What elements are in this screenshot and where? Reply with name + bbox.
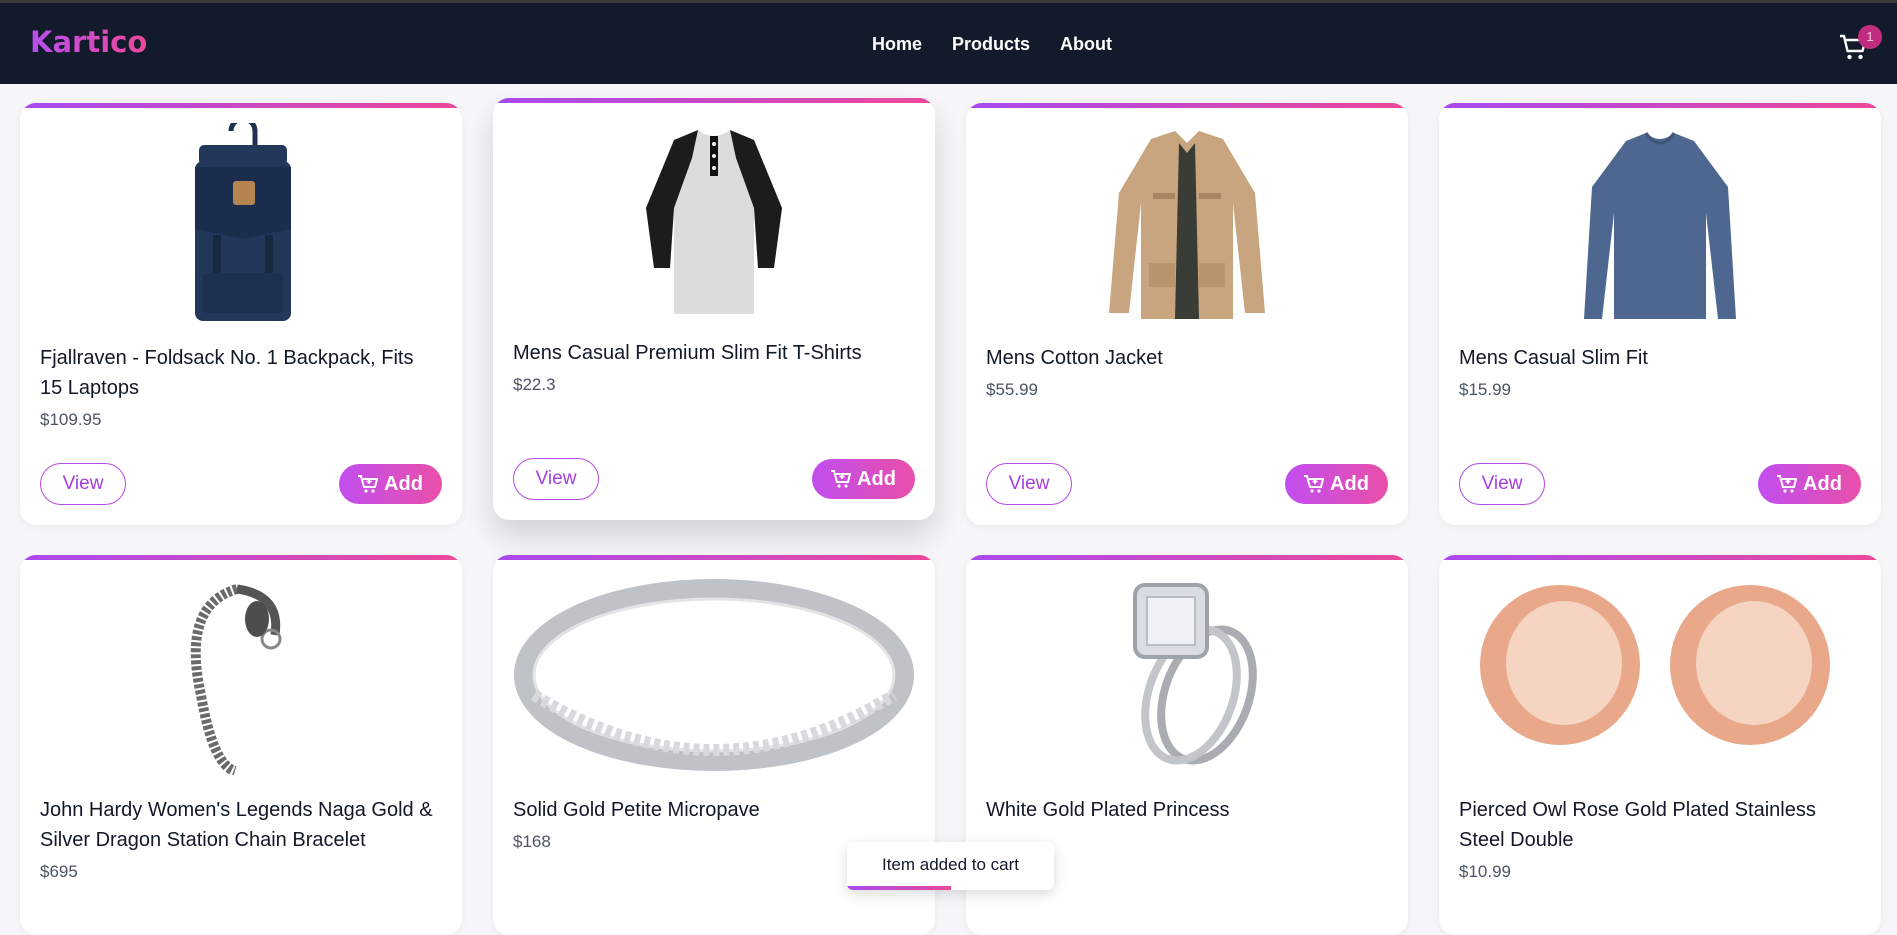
product-image-longsleeve[interactable]: [1459, 118, 1861, 328]
product-image-engagement-ring[interactable]: [986, 570, 1388, 780]
product-title: Fjallraven - Foldsack No. 1 Backpack, Fi…: [40, 347, 414, 399]
product-image-rose-gold-tunnels[interactable]: [1459, 570, 1861, 780]
nav-products[interactable]: Products: [952, 34, 1030, 55]
cart-count-badge: 1: [1858, 25, 1882, 49]
view-button[interactable]: View: [986, 463, 1072, 505]
cart-plus-icon: [358, 475, 379, 493]
product-price: $168: [513, 832, 551, 851]
backpack-image: [195, 123, 291, 321]
product-image-backpack[interactable]: [40, 118, 442, 328]
cart-button[interactable]: 1: [1838, 25, 1882, 63]
add-to-cart-button[interactable]: Add: [812, 459, 915, 499]
product-card: Fjallraven - Foldsack No. 1 Backpack, Fi…: [20, 103, 462, 525]
nav-about[interactable]: About: [1060, 34, 1112, 55]
longsleeve-image: [1584, 132, 1736, 319]
product-image-bracelet[interactable]: [40, 570, 442, 780]
add-to-cart-button[interactable]: Add: [339, 464, 442, 504]
product-title: White Gold Plated Princess: [986, 799, 1230, 821]
product-title: Mens Cotton Jacket: [986, 347, 1163, 369]
product-price: $55.99: [986, 380, 1038, 399]
add-button-label: Add: [857, 467, 896, 490]
toast-message: Item added to cart: [881, 855, 1020, 874]
bracelet-image: [190, 584, 282, 775]
cart-plus-icon: [1304, 475, 1325, 493]
product-price: $695: [40, 862, 78, 881]
product-image-ring[interactable]: [513, 570, 915, 780]
view-button[interactable]: View: [40, 463, 126, 505]
add-button-label: Add: [1330, 472, 1369, 495]
cart-plus-icon: [831, 470, 852, 488]
product-title: Mens Casual Slim Fit: [1459, 347, 1648, 369]
product-title: Solid Gold Petite Micropave: [513, 799, 760, 821]
navbar: Kartico Home Products About 1: [0, 0, 1897, 84]
product-card: Mens Casual Premium Slim Fit T-Shirts $2…: [493, 98, 935, 520]
add-to-cart-button[interactable]: Add: [1758, 464, 1861, 504]
product-price: $10.99: [1459, 862, 1511, 881]
product-title: Pierced Owl Rose Gold Plated Stainless S…: [1459, 799, 1816, 851]
view-button[interactable]: View: [1459, 463, 1545, 505]
add-to-cart-button[interactable]: Add: [1285, 464, 1388, 504]
cart-plus-icon: [1777, 475, 1798, 493]
add-button-label: Add: [1803, 472, 1842, 495]
product-card: Mens Casual Slim Fit $15.99 View Add: [1439, 103, 1881, 525]
product-image-jacket[interactable]: [986, 118, 1388, 328]
toast-progress-bar: [847, 886, 951, 890]
nav-home[interactable]: Home: [872, 34, 922, 55]
product-card: Pierced Owl Rose Gold Plated Stainless S…: [1439, 555, 1881, 935]
product-card: John Hardy Women's Legends Naga Gold & S…: [20, 555, 462, 935]
product-card: Mens Cotton Jacket $55.99 View Add: [966, 103, 1408, 525]
jacket-image: [1109, 131, 1265, 319]
product-price: $109.95: [40, 410, 102, 429]
rose-gold-tunnels-image: [1480, 585, 1830, 745]
product-price: $22.3: [513, 375, 556, 394]
product-image-tshirt[interactable]: [513, 113, 915, 323]
add-button-label: Add: [384, 472, 423, 495]
engagement-ring-image: [1133, 583, 1257, 765]
product-title: Mens Casual Premium Slim Fit T-Shirts: [513, 342, 862, 364]
tshirt-image: [646, 130, 782, 314]
nav-links: Home Products About: [872, 34, 1112, 55]
toast-notification: Item added to cart: [847, 842, 1054, 890]
product-price: $15.99: [1459, 380, 1511, 399]
ring-image: [514, 579, 914, 771]
product-title: John Hardy Women's Legends Naga Gold & S…: [40, 799, 433, 851]
brand-logo[interactable]: Kartico: [30, 25, 147, 59]
view-button[interactable]: View: [513, 458, 599, 500]
